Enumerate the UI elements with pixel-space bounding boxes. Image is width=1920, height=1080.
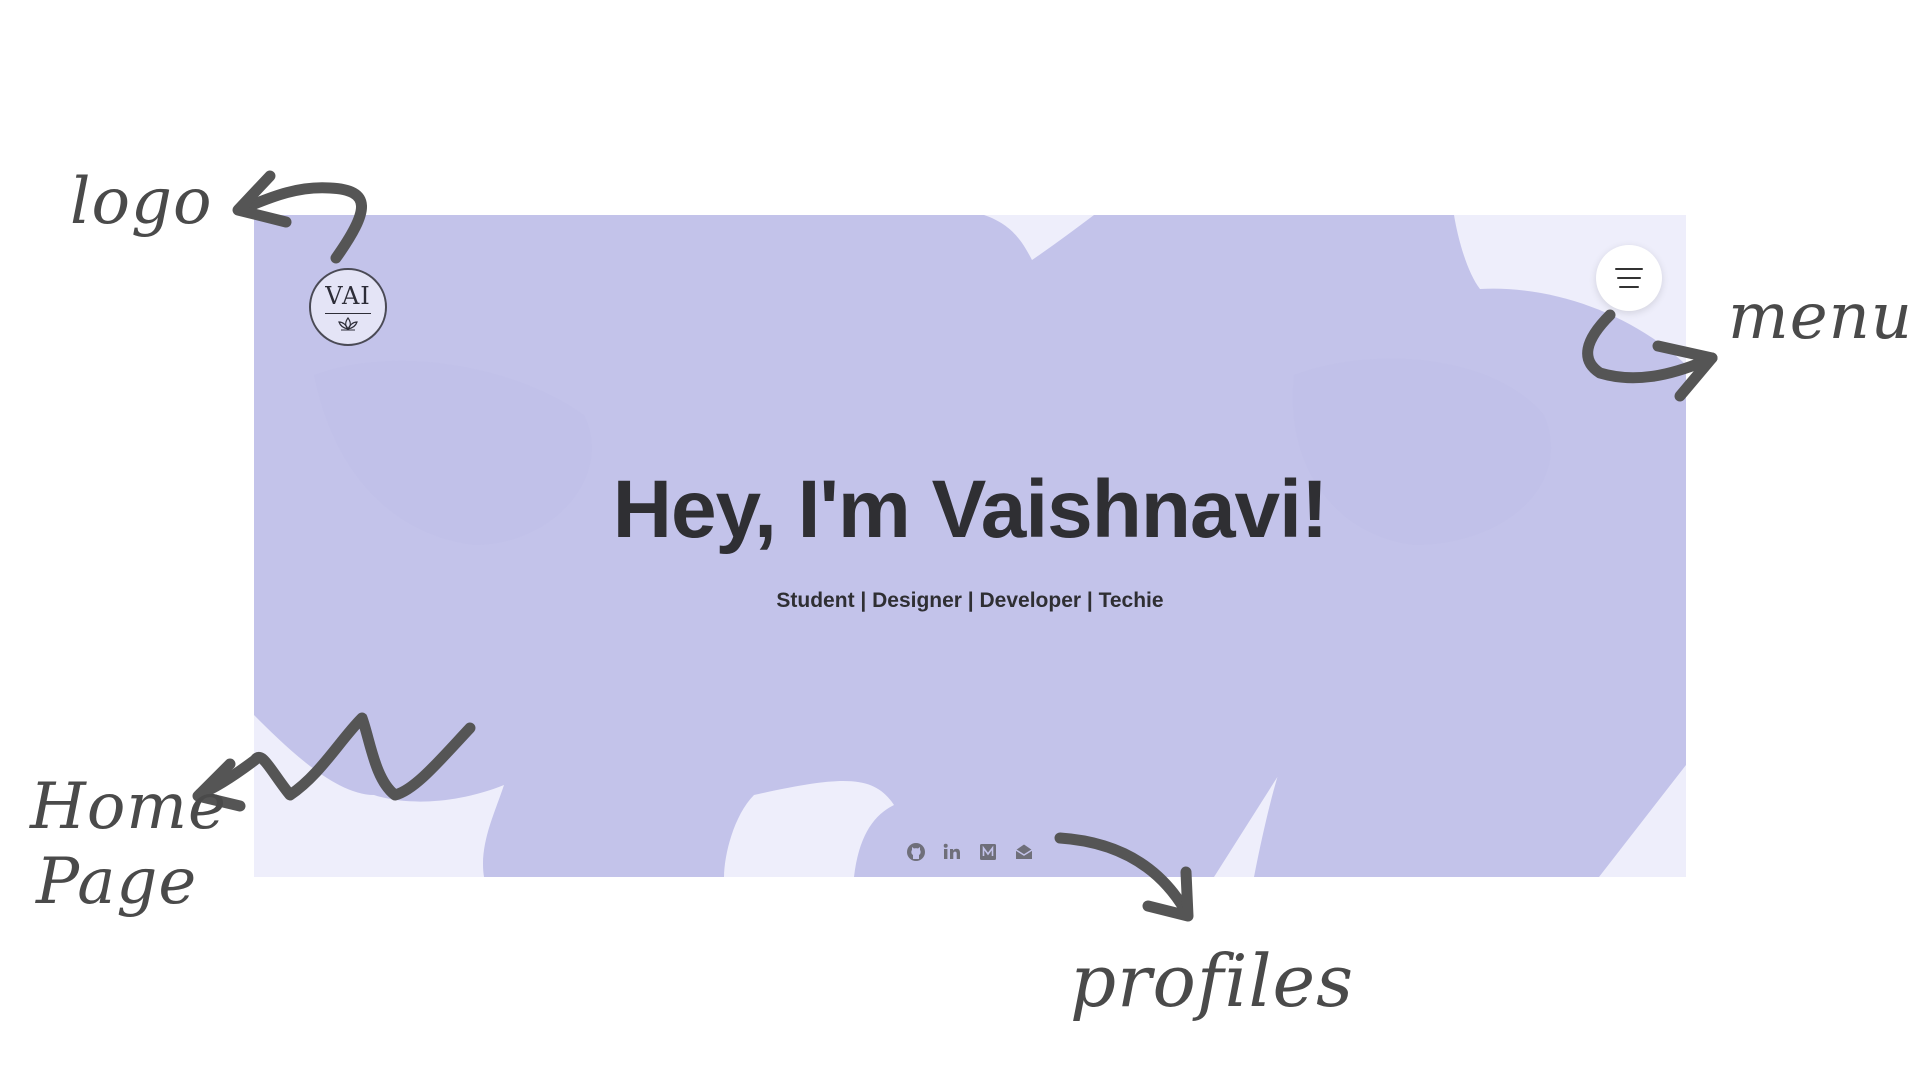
logo-annotation: logo <box>70 165 213 239</box>
medium-link[interactable] <box>977 841 999 863</box>
home-page-annotation-line2: Page <box>36 845 198 919</box>
profiles-annotation: profiles <box>1070 939 1355 1023</box>
site-logo[interactable]: VAI <box>309 268 387 346</box>
menu-button[interactable] <box>1596 245 1662 311</box>
github-link[interactable] <box>905 841 927 863</box>
home-page-annotation-line1: Home <box>30 770 227 844</box>
profile-links <box>254 841 1686 863</box>
hamburger-icon <box>1596 245 1662 311</box>
home-page-frame: VAI Hey, I'm Vaishnavi! Student | Design… <box>254 215 1686 877</box>
mail-icon <box>1015 844 1033 859</box>
hero-title: Hey, I'm Vaishnavi! <box>612 464 1329 555</box>
logo-divider <box>325 313 371 314</box>
mail-link[interactable] <box>1013 841 1035 863</box>
github-icon <box>907 843 925 861</box>
hero-subtitle: Student | Designer | Developer | Techie <box>776 589 1164 612</box>
linkedin-icon <box>943 843 960 859</box>
lotus-icon <box>338 316 358 331</box>
linkedin-link[interactable] <box>941 841 963 863</box>
logo-text: VAI <box>325 282 371 310</box>
menu-annotation: menu <box>1728 280 1913 354</box>
medium-icon <box>980 844 996 860</box>
